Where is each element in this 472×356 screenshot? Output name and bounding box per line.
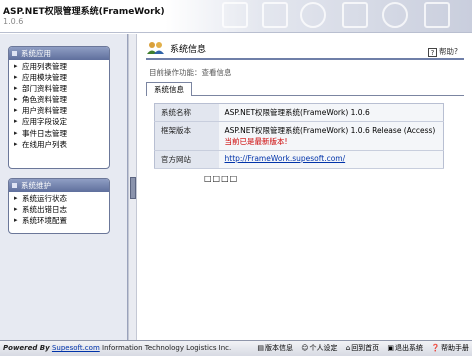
info-icon: ▤: [257, 344, 264, 352]
system-info-table: 系统名称 ASP.NET权限管理系统(FrameWork) 1.0.6 框架版本…: [154, 103, 444, 169]
square-icon: [12, 51, 17, 56]
square-icon: [12, 183, 17, 188]
table-row: 框架版本 ASP.NET权限管理系统(FrameWork) 1.0.6 Rele…: [154, 121, 444, 151]
sidebar-item-label: 应用列表管理: [22, 62, 67, 71]
row-key: 官方网站: [154, 150, 219, 169]
sidebar-item-app-list[interactable]: ▸ 应用列表管理: [13, 61, 109, 72]
logout-link[interactable]: ▣退出系统: [387, 344, 423, 352]
users-icon: [147, 42, 164, 54]
sidebar-group-system-apps: 系统应用 ▸ 应用列表管理 ▸ 应用模块管理 ▸ 部门资料管理 ▸ 角色资料管理 ▸ 用户…: [8, 46, 110, 169]
sidebar-item-app-modules[interactable]: ▸ 应用模块管理: [13, 72, 109, 83]
arrow-right-icon: ▸: [14, 95, 18, 104]
company-name: Information Technology Logistics Inc.: [102, 344, 232, 352]
help-link[interactable]: ? 帮助?: [428, 46, 458, 57]
exit-icon: ▣: [387, 344, 395, 352]
arrow-right-icon: ▸: [14, 216, 18, 225]
row-key: 系统名称: [154, 103, 219, 122]
arrow-right-icon: ▸: [14, 205, 18, 214]
sidebar-item-event-log[interactable]: ▸ 事件日志管理: [13, 128, 109, 139]
powered-by-prefix: Powered By: [3, 344, 50, 352]
pager-dots[interactable]: □□□□: [204, 174, 238, 183]
header-decoration: [192, 0, 472, 33]
sidebar-item-app-fields[interactable]: ▸ 应用字段设定: [13, 116, 109, 127]
app-title: ASP.NET权限管理系统(FrameWork): [3, 7, 165, 17]
sidebar-item-env-config[interactable]: ▸ 系统环境配置: [13, 215, 109, 226]
sidebar-item-label: 在线用户列表: [22, 139, 67, 149]
sidebar-group-header[interactable]: 系统维护: [9, 179, 109, 192]
sidebar-item-label: 事件日志管理: [22, 128, 67, 138]
table-row: 系统名称 ASP.NET权限管理系统(FrameWork) 1.0.6: [154, 103, 444, 122]
help-manual-link[interactable]: ❓帮助手册: [431, 344, 469, 352]
sidebar: 系统应用 ▸ 应用列表管理 ▸ 应用模块管理 ▸ 部门资料管理 ▸ 角色资料管理 ▸ 用户…: [0, 34, 128, 340]
sidebar-item-label: 应用字段设定: [22, 117, 67, 127]
version-info-link[interactable]: ▤版本信息: [257, 344, 293, 352]
sidebar-item-label: 系统环境配置: [22, 216, 67, 226]
row-value-cell: ASP.NET权限管理系统(FrameWork) 1.0.6 Release (…: [218, 121, 444, 151]
sidebar-item-departments[interactable]: ▸ 部门资料管理: [13, 83, 109, 94]
powered-by: Powered By Supesoft.com Information Tech…: [3, 341, 231, 356]
app-header: ASP.NET权限管理系统(FrameWork) 1.0.6: [0, 0, 472, 33]
sidebar-item-label: 部门资料管理: [22, 84, 67, 94]
home-link[interactable]: ⌂回到首页: [346, 344, 379, 352]
sidebar-item-label: 系统出错日志: [22, 205, 67, 215]
personal-settings-link[interactable]: ☺个人设定: [301, 344, 337, 352]
row-key: 框架版本: [154, 121, 219, 151]
arrow-right-icon: ▸: [14, 106, 18, 115]
sidebar-item-run-status[interactable]: ▸ 系统运行状态: [13, 193, 109, 204]
arrow-right-icon: ▸: [14, 117, 18, 126]
sidebar-item-label: 角色资料管理: [22, 95, 67, 105]
splitter-handle[interactable]: [130, 177, 136, 199]
sidebar-item-label: 用户资料管理: [22, 106, 67, 116]
status-links: ▤版本信息 ☺个人设定 ⌂回到首页 ▣退出系统 ❓帮助手册: [251, 341, 469, 356]
supesoft-link[interactable]: Supesoft.com: [52, 344, 100, 352]
title-divider: [146, 58, 464, 60]
panel-splitter[interactable]: [128, 34, 137, 340]
arrow-right-icon: ▸: [14, 194, 18, 202]
app-version: 1.0.6: [3, 17, 24, 26]
sidebar-item-roles[interactable]: ▸ 角色资料管理: [13, 94, 109, 105]
sidebar-item-error-log[interactable]: ▸ 系统出错日志: [13, 204, 109, 215]
sidebar-group-system-maintenance: 系统维护 ▸ 系统运行状态 ▸ 系统出错日志 ▸ 系统环境配置: [8, 178, 110, 234]
sidebar-item-label: 应用模块管理: [22, 73, 67, 83]
home-icon: ⌂: [345, 344, 351, 352]
table-row: 官方网站 http://FrameWork.supesoft.com/: [154, 150, 444, 169]
status-bar: Powered By Supesoft.com Information Tech…: [0, 340, 472, 356]
row-value: ASP.NET权限管理系统(FrameWork) 1.0.6: [218, 103, 444, 122]
official-site-link[interactable]: http://FrameWork.supesoft.com/: [225, 154, 346, 163]
sidebar-group-header[interactable]: 系统应用: [9, 47, 109, 60]
help-icon: ?: [428, 47, 438, 57]
sidebar-item-users[interactable]: ▸ 用户资料管理: [13, 105, 109, 116]
tab-divider: [146, 95, 464, 96]
sidebar-item-online-users[interactable]: ▸ 在线用户列表: [13, 139, 109, 150]
row-value-cell: http://FrameWork.supesoft.com/: [218, 150, 444, 169]
arrow-right-icon: ▸: [14, 62, 18, 70]
row-value: ASP.NET权限管理系统(FrameWork) 1.0.6 Release (…: [224, 126, 436, 135]
arrow-right-icon: ▸: [14, 139, 18, 148]
arrow-right-icon: ▸: [14, 73, 18, 82]
arrow-right-icon: ▸: [14, 128, 18, 137]
breadcrumb: 目前操作功能：查看信息: [149, 68, 232, 77]
arrow-right-icon: ▸: [14, 84, 18, 93]
tab-system-info[interactable]: 系统信息: [146, 82, 192, 96]
version-status-note: 当前已是最新版本!: [224, 137, 288, 146]
person-icon: ☺: [301, 344, 309, 352]
main-content: 系统信息 ? 帮助? 目前操作功能：查看信息 系统信息 系统名称 ASP.NET权…: [138, 34, 472, 340]
help-icon: ❓: [431, 344, 440, 352]
sidebar-item-label: 系统运行状态: [22, 194, 67, 203]
page-title: 系统信息: [170, 45, 207, 55]
